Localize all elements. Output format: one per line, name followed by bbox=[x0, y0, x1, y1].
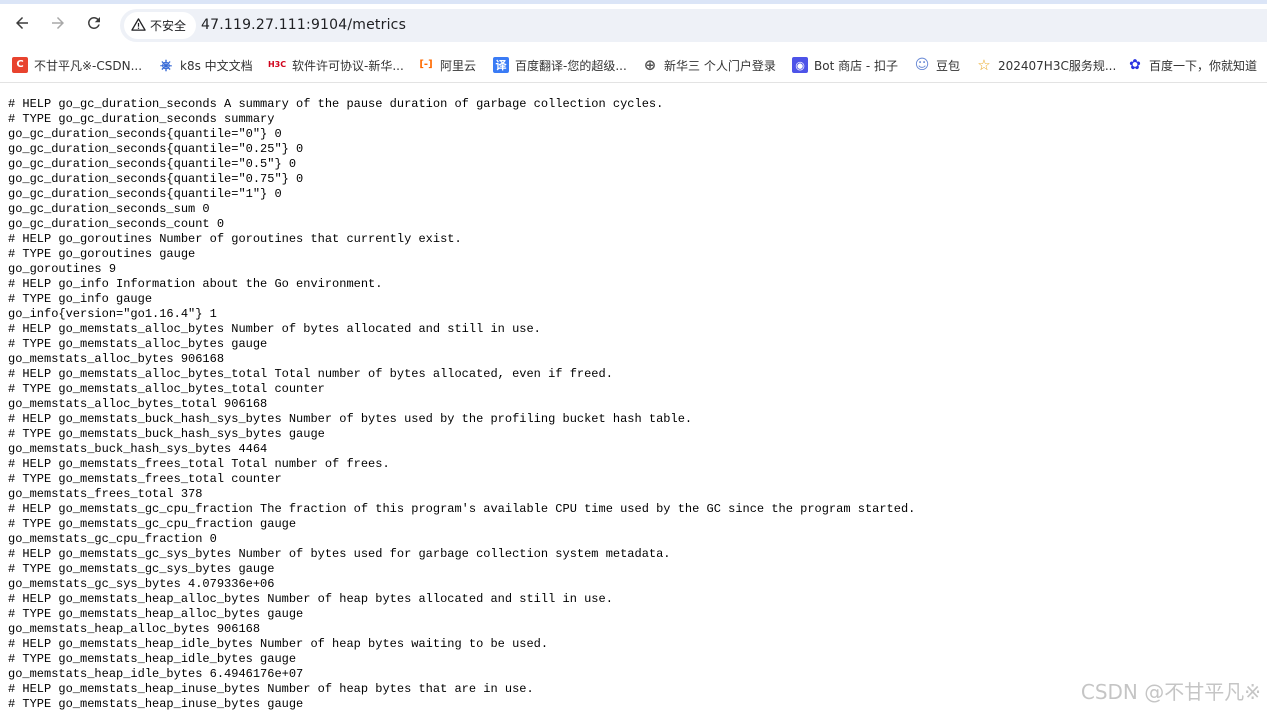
metrics-line: # TYPE go_goroutines gauge bbox=[8, 247, 196, 261]
metrics-line: go_gc_duration_seconds{quantile="1"} 0 bbox=[8, 187, 282, 201]
metrics-line: go_memstats_gc_sys_bytes 4.079336e+06 bbox=[8, 577, 275, 591]
star-icon: ☆ bbox=[977, 55, 991, 74]
metrics-line: # TYPE go_memstats_alloc_bytes gauge bbox=[8, 337, 268, 351]
metrics-line: # HELP go_memstats_heap_inuse_bytes Numb… bbox=[8, 682, 534, 696]
metrics-line: # TYPE go_memstats_heap_inuse_bytes gaug… bbox=[8, 697, 304, 711]
metrics-line: # HELP go_memstats_buck_hash_sys_bytes N… bbox=[8, 412, 693, 426]
metrics-line: # HELP go_memstats_frees_total Total num… bbox=[8, 457, 390, 471]
metrics-line: go_memstats_alloc_bytes 906168 bbox=[8, 352, 225, 366]
metrics-line: # TYPE go_memstats_heap_alloc_bytes gaug… bbox=[8, 607, 304, 621]
bookmark-item[interactable]: ◉ Bot 商店 - 扣子 bbox=[792, 54, 898, 76]
bookmark-item[interactable]: ⊕ 新华三 个人门户登录 bbox=[642, 54, 776, 76]
metrics-line: # HELP go_goroutines Number of goroutine… bbox=[8, 232, 462, 246]
metrics-line: # HELP go_info Information about the Go … bbox=[8, 277, 383, 291]
security-indicator[interactable]: 不安全 bbox=[124, 12, 197, 39]
bookmark-item[interactable]: [-] 阿里云 bbox=[418, 54, 476, 76]
forward-button[interactable] bbox=[45, 12, 71, 38]
bookmark-label: k8s 中文文档 bbox=[180, 58, 253, 73]
arrow-right-icon bbox=[49, 14, 67, 36]
metrics-line: go_memstats_alloc_bytes_total 906168 bbox=[8, 397, 268, 411]
bookmark-label: 百度一下，你就知道 bbox=[1149, 58, 1258, 73]
metrics-line: # TYPE go_memstats_gc_sys_bytes gauge bbox=[8, 562, 275, 576]
window-accent-strip bbox=[0, 0, 1267, 4]
metrics-line: go_memstats_buck_hash_sys_bytes 4464 bbox=[8, 442, 268, 456]
doubao-icon: ☺ bbox=[914, 57, 930, 73]
address-bar[interactable]: 不安全 47.119.27.111:9104/metrics bbox=[120, 9, 1267, 42]
metrics-line: # TYPE go_memstats_heap_idle_bytes gauge bbox=[8, 652, 297, 666]
metrics-line: go_gc_duration_seconds_count 0 bbox=[8, 217, 225, 231]
bookmark-item[interactable]: H3C 软件许可协议-新华... bbox=[268, 54, 404, 76]
security-label: 不安全 bbox=[150, 19, 187, 33]
coze-icon: ◉ bbox=[792, 57, 808, 73]
reload-button[interactable] bbox=[81, 12, 107, 38]
metrics-line: # HELP go_memstats_heap_idle_bytes Numbe… bbox=[8, 637, 549, 651]
k8s-icon: ⎈ bbox=[159, 55, 172, 74]
baidu-translate-icon: 译 bbox=[493, 57, 509, 73]
bookmark-item[interactable]: C 不甘平凡※-CSDN... bbox=[12, 54, 142, 76]
bookmark-label: 百度翻译-您的超级... bbox=[515, 58, 627, 73]
metrics-line: # TYPE go_memstats_gc_cpu_fraction gauge bbox=[8, 517, 297, 531]
bookmark-label: 软件许可协议-新华... bbox=[292, 58, 404, 73]
metrics-line: # TYPE go_memstats_alloc_bytes_total cou… bbox=[8, 382, 325, 396]
metrics-line: # HELP go_memstats_alloc_bytes_total Tot… bbox=[8, 367, 613, 381]
url-text[interactable]: 47.119.27.111:9104/metrics bbox=[201, 17, 406, 33]
metrics-line: go_gc_duration_seconds{quantile="0.5"} 0 bbox=[8, 157, 297, 171]
back-button[interactable] bbox=[9, 12, 35, 38]
warning-icon bbox=[131, 17, 146, 35]
metrics-line: go_memstats_gc_cpu_fraction 0 bbox=[8, 532, 217, 546]
metrics-line: # HELP go_memstats_alloc_bytes Number of… bbox=[8, 322, 541, 336]
bookmark-label: 不甘平凡※-CSDN... bbox=[34, 58, 143, 73]
reload-icon bbox=[85, 14, 103, 36]
metrics-line: # TYPE go_memstats_buck_hash_sys_bytes g… bbox=[8, 427, 325, 441]
bookmark-item[interactable]: ⎈ k8s 中文文档 bbox=[158, 54, 253, 76]
bookmarks-bar: C 不甘平凡※-CSDN... ⎈ k8s 中文文档 H3C 软件许可协议-新华… bbox=[0, 48, 1267, 83]
watermark: CSDN @不甘平凡※ bbox=[1080, 680, 1261, 704]
bookmark-item[interactable]: 译 百度翻译-您的超级... bbox=[493, 54, 627, 76]
metrics-line: # TYPE go_gc_duration_seconds summary bbox=[8, 112, 275, 126]
metrics-line: go_info{version="go1.16.4"} 1 bbox=[8, 307, 217, 321]
globe-icon: ⊕ bbox=[643, 55, 657, 74]
arrow-left-icon bbox=[13, 14, 31, 36]
h3c-icon: H3C bbox=[267, 60, 287, 69]
metrics-line: go_memstats_heap_alloc_bytes 906168 bbox=[8, 622, 261, 636]
bookmark-label: 202407H3C服务规... bbox=[998, 58, 1117, 73]
metrics-line: go_gc_duration_seconds{quantile="0.75"} … bbox=[8, 172, 304, 186]
metrics-line: go_gc_duration_seconds{quantile="0"} 0 bbox=[8, 127, 282, 141]
baidu-icon: ✿ bbox=[1129, 57, 1141, 73]
metrics-line: # TYPE go_memstats_frees_total counter bbox=[8, 472, 282, 486]
bookmark-label: 阿里云 bbox=[440, 58, 477, 73]
bookmark-label: 新华三 个人门户登录 bbox=[664, 58, 776, 73]
metrics-line: # HELP go_memstats_heap_alloc_bytes Numb… bbox=[8, 592, 613, 606]
metrics-line: # HELP go_memstats_gc_cpu_fraction The f… bbox=[8, 502, 916, 516]
bookmark-item[interactable]: ✿ 百度一下，你就知道 bbox=[1127, 54, 1257, 76]
metrics-line: # HELP go_memstats_gc_sys_bytes Number o… bbox=[8, 547, 671, 561]
metrics-line: # HELP go_gc_duration_seconds A summary … bbox=[8, 97, 664, 111]
metrics-line: go_gc_duration_seconds{quantile="0.25"} … bbox=[8, 142, 304, 156]
metrics-line: go_goroutines 9 bbox=[8, 262, 117, 276]
bookmark-label: 豆包 bbox=[936, 58, 961, 73]
metrics-line: go_memstats_heap_idle_bytes 6.4946176e+0… bbox=[8, 667, 304, 681]
metrics-line: go_memstats_frees_total 378 bbox=[8, 487, 203, 501]
metrics-line: # TYPE go_info gauge bbox=[8, 292, 153, 306]
metrics-page-body: # HELP go_gc_duration_seconds A summary … bbox=[8, 97, 915, 712]
aliyun-icon: [-] bbox=[419, 59, 433, 70]
browser-toolbar: 不安全 47.119.27.111:9104/metrics bbox=[0, 0, 1267, 48]
metrics-line: go_gc_duration_seconds_sum 0 bbox=[8, 202, 210, 216]
bookmark-item[interactable]: ☆ 202407H3C服务规... bbox=[976, 54, 1116, 76]
csdn-icon: C bbox=[12, 57, 28, 73]
bookmark-item[interactable]: ☺ 豆包 bbox=[914, 54, 960, 76]
bookmark-label: Bot 商店 - 扣子 bbox=[814, 58, 899, 73]
